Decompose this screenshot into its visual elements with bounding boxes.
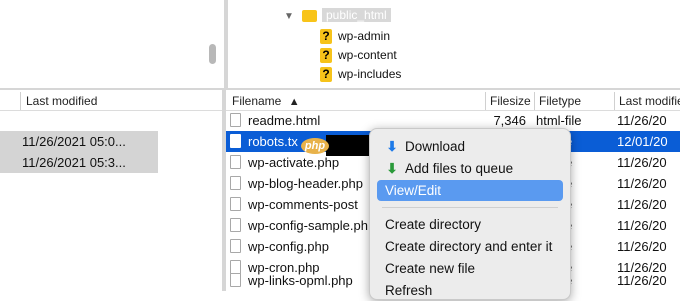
header-filesize[interactable]: Filesize bbox=[490, 92, 532, 110]
file-icon bbox=[230, 134, 241, 148]
file-icon bbox=[230, 176, 241, 190]
header-border bbox=[0, 110, 222, 111]
file-icon bbox=[230, 113, 241, 127]
tree-item-label: public_html bbox=[322, 8, 391, 22]
local-date-cell[interactable]: 11/26/2021 05:3... bbox=[0, 152, 158, 173]
file-date: 11/26/20 bbox=[617, 197, 667, 212]
folder-icon bbox=[302, 9, 317, 22]
add-queue-icon: ⬇ bbox=[386, 161, 398, 176]
file-name: wp-config.php bbox=[248, 239, 329, 254]
unknown-folder-icon: ? bbox=[320, 48, 332, 64]
header-filename[interactable]: Filename ▲ bbox=[232, 92, 312, 110]
horizontal-splitter[interactable] bbox=[0, 88, 680, 90]
column-divider[interactable] bbox=[614, 92, 615, 110]
tree-item-wp-admin[interactable]: ? wp-admin bbox=[320, 27, 390, 45]
menu-separator bbox=[382, 207, 558, 208]
file-name: wp-blog-header.php bbox=[248, 176, 363, 191]
file-name: wp-config-sample.ph bbox=[248, 218, 368, 233]
unknown-folder-icon: ? bbox=[320, 67, 332, 83]
header-last-modified[interactable]: Last modifie bbox=[619, 92, 680, 110]
header-filetype[interactable]: Filetype bbox=[539, 92, 609, 110]
tree-item-public-html[interactable]: ▼ public_html bbox=[284, 6, 391, 24]
file-icon bbox=[230, 239, 241, 253]
menu-item-view-edit[interactable]: View/Edit bbox=[377, 180, 563, 201]
file-icon bbox=[230, 197, 241, 211]
tree-item-wp-includes[interactable]: ? wp-includes bbox=[320, 65, 401, 83]
menu-item-add-to-queue[interactable]: ⬇ Add files to queue bbox=[377, 158, 563, 179]
tree-item-label: wp-admin bbox=[338, 29, 391, 43]
menu-item-create-new-file[interactable]: Create new file bbox=[377, 258, 563, 279]
chevron-down-icon[interactable]: ▼ bbox=[284, 8, 294, 26]
file-date: 11/26/20 bbox=[617, 273, 667, 288]
file-name: robots.tx bbox=[248, 134, 298, 149]
file-icon bbox=[230, 273, 241, 287]
sort-ascending-icon: ▲ bbox=[288, 96, 300, 108]
context-menu: ⬇ Download ⬇ Add files to queue View/Edit … bbox=[369, 128, 571, 300]
local-tree-pane bbox=[0, 0, 224, 88]
menu-item-create-directory-enter[interactable]: Create directory and enter it bbox=[377, 236, 563, 257]
remote-tree-pane: ▼ public_html ? wp-admin ? wp-content ? wp-i… bbox=[228, 0, 680, 88]
menu-item-create-directory[interactable]: Create directory bbox=[377, 214, 563, 235]
file-date: 11/26/20 bbox=[617, 218, 667, 233]
header-filename-label: Filename bbox=[232, 94, 282, 108]
file-icon bbox=[230, 218, 241, 232]
file-date: 12/01/20 bbox=[617, 134, 668, 149]
tree-item-wp-content[interactable]: ? wp-content bbox=[320, 46, 397, 64]
file-name: readme.html bbox=[248, 113, 321, 128]
file-date: 11/26/20 bbox=[617, 239, 667, 254]
download-icon: ⬇ bbox=[386, 139, 398, 154]
file-icon bbox=[230, 155, 241, 169]
local-date-cell[interactable]: 11/26/2021 05:0... bbox=[0, 131, 158, 152]
tree-item-label: wp-content bbox=[338, 48, 397, 62]
menu-item-label: Add files to queue bbox=[405, 161, 514, 176]
column-divider[interactable] bbox=[20, 92, 21, 110]
local-tree-scrollbar[interactable] bbox=[209, 44, 216, 64]
file-name: wp-links-opml.php bbox=[248, 273, 353, 288]
file-date: 11/26/20 bbox=[617, 155, 667, 170]
file-date: 11/26/20 bbox=[617, 176, 667, 191]
php-logo: php bbox=[301, 138, 329, 154]
menu-item-download[interactable]: ⬇ Download bbox=[377, 136, 563, 157]
menu-item-label: Download bbox=[405, 139, 466, 154]
file-date: 11/26/20 bbox=[617, 113, 667, 128]
column-divider[interactable] bbox=[534, 92, 535, 110]
column-divider[interactable] bbox=[485, 92, 486, 110]
tree-item-label: wp-includes bbox=[338, 67, 402, 81]
local-header-last-modified[interactable]: Last modified bbox=[26, 92, 216, 110]
unknown-folder-icon: ? bbox=[320, 29, 332, 45]
file-name: wp-comments-post bbox=[248, 197, 358, 212]
